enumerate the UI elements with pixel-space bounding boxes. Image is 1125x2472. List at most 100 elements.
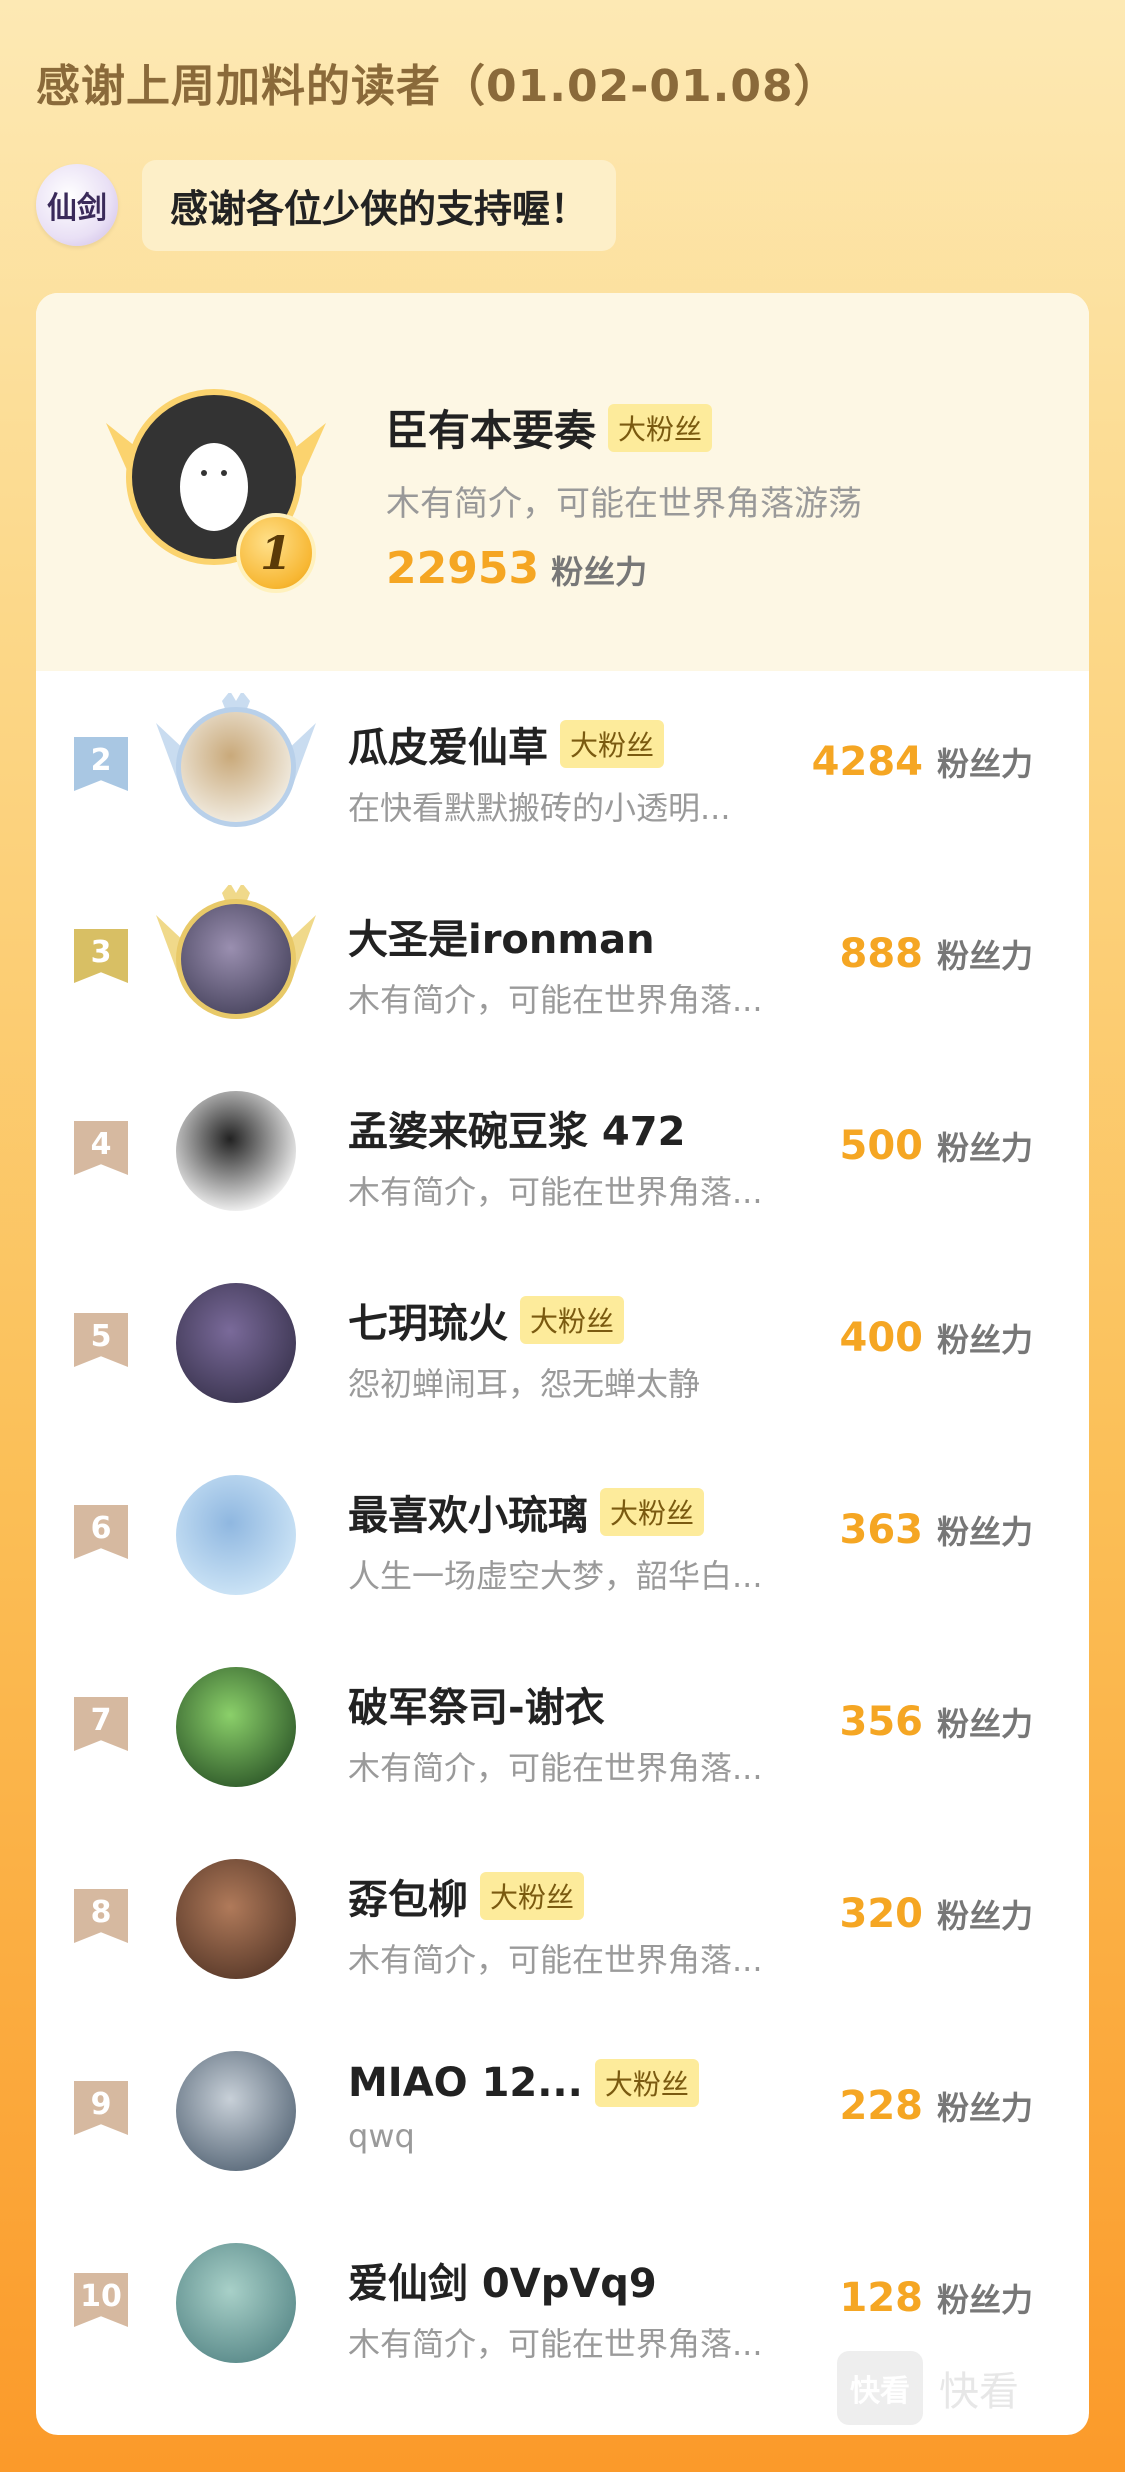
brand-logo: 仙剑 (36, 164, 118, 246)
fan-score: 4284 (811, 739, 923, 785)
user-desc: 木有简介，可能在世界角落... (348, 981, 763, 1019)
user-info: 破军祭司-谢衣木有简介，可能在世界角落... (348, 1675, 763, 1789)
rank-row[interactable]: 8 孬包柳 大粉丝木有简介，可能在世界角落... 320 粉丝力 (36, 1823, 1089, 2015)
avatar[interactable] (176, 1475, 296, 1595)
brand-message-bubble: 感谢各位少侠的支持喔！ (142, 159, 617, 251)
user-desc: 木有简介，可能在世界角落... (348, 1173, 763, 1211)
fan-score: 128 (839, 2275, 923, 2321)
fan-tag: 大粉丝 (560, 720, 665, 768)
fan-score-block: 500 粉丝力 (839, 1123, 1033, 1169)
fan-score-unit: 粉丝力 (936, 1321, 1033, 1359)
rank-row[interactable]: 4 孟婆来碗豆浆 472 木有简介，可能在世界角落... 500 粉丝力 (36, 1055, 1089, 1247)
fan-score: 363 (839, 1507, 923, 1553)
fan-score: 320 (839, 1891, 923, 1937)
fan-score-block: 400 粉丝力 (839, 1315, 1033, 1361)
avatar[interactable] (176, 899, 296, 1019)
rank-number-flag: 3 (74, 929, 128, 983)
rank-badge-1: 1 (236, 513, 316, 593)
fan-score-unit: 粉丝力 (936, 2089, 1033, 2127)
fan-tag: 大粉丝 (600, 1488, 705, 1536)
fan-score-block: 888 粉丝力 (839, 931, 1033, 977)
user-desc: qwq (348, 2117, 415, 2155)
fan-score-block: 356 粉丝力 (839, 1699, 1033, 1745)
fan-score-unit: 粉丝力 (936, 1897, 1033, 1935)
user-name[interactable]: MIAO 12... (348, 2060, 583, 2106)
champion-avatar-wrap[interactable]: 1 (86, 363, 346, 603)
avatar[interactable] (176, 1283, 296, 1403)
user-name[interactable]: 孟婆来碗豆浆 472 (348, 1099, 685, 1157)
user-info: 七玥琉火 大粉丝 怨初蝉闹耳，怨无蝉太静 (348, 1291, 700, 1405)
page-title: 感谢上周加料的读者（01.02-01.08） (36, 61, 839, 112)
fan-score: 500 (839, 1123, 923, 1169)
user-name[interactable]: 破军祭司-谢衣 (348, 1675, 605, 1733)
fan-score-unit: 粉丝力 (936, 1513, 1033, 1551)
user-desc: 木有简介，可能在世界角落... (348, 1941, 763, 1979)
user-desc: 木有简介，可能在世界角落... (348, 1749, 763, 1787)
rank-number-flag: 2 (74, 737, 128, 791)
fan-score-block: 320 粉丝力 (839, 1891, 1033, 1937)
fan-tag: 大粉丝 (520, 1296, 625, 1344)
fan-score-unit: 粉丝力 (936, 1705, 1033, 1743)
fan-score: 888 (839, 931, 923, 977)
watermark-text: 快看 (939, 2369, 1019, 2415)
user-name[interactable]: 爱仙剑 0VpVq9 (348, 2251, 657, 2309)
fan-score-block: 4284 粉丝力 (812, 739, 1033, 785)
fan-score: 22953 (386, 543, 540, 594)
user-name[interactable]: 大圣是ironman (348, 907, 655, 965)
rank-row[interactable]: 7 破军祭司-谢衣木有简介，可能在世界角落... 356 粉丝力 (36, 1631, 1089, 1823)
rank-number-flag: 8 (74, 1889, 128, 1943)
avatar[interactable] (176, 1091, 296, 1211)
fan-score: 228 (839, 2083, 923, 2129)
user-info: 孟婆来碗豆浆 472 木有简介，可能在世界角落... (348, 1099, 763, 1213)
fan-score-unit: 粉丝力 (936, 937, 1033, 975)
rank-list: 2 瓜皮爱仙草 大粉丝 在快看默默搬砖的小透明... 4284 粉丝力 3 大圣是ironma… (36, 671, 1089, 2399)
rank-row[interactable]: 2 瓜皮爱仙草 大粉丝在快看默默搬砖的小透明... 4284 粉丝力 (36, 671, 1089, 863)
fan-score-block: 363 粉丝力 (839, 1507, 1033, 1553)
brand-row: 仙剑 感谢各位少侠的支持喔！ (36, 159, 617, 251)
champion-info: 臣有本要奏 大粉丝 木有简介，可能在世界角落游荡 22953 粉丝力 (386, 397, 862, 594)
watermark-logo: 快看 (837, 2351, 923, 2425)
fan-score: 400 (839, 1315, 923, 1361)
fan-tag: 大粉丝 (608, 403, 713, 452)
user-info: 爱仙剑 0VpVq9 木有简介，可能在世界角落... (348, 2251, 763, 2365)
rank-number-flag: 7 (74, 1697, 128, 1751)
rank-number-flag: 9 (74, 2081, 128, 2135)
rank-number-flag: 10 (74, 2273, 128, 2327)
watermark: 快看 快看 (837, 2351, 1019, 2425)
fan-score-unit: 粉丝力 (936, 1129, 1033, 1167)
fan-score-block: 128 粉丝力 (839, 2275, 1033, 2321)
rank-number-flag: 6 (74, 1505, 128, 1559)
user-desc: 木有简介，可能在世界角落... (348, 2325, 763, 2363)
avatar[interactable] (176, 1667, 296, 1787)
user-name[interactable]: 七玥琉火 (348, 1291, 508, 1349)
rank-row[interactable]: 9 MIAO 12... 大粉丝 qwq 228 粉丝力 (36, 2015, 1089, 2207)
rank-number-flag: 5 (74, 1313, 128, 1367)
rank-row[interactable]: 5 七玥琉火 大粉丝 怨初蝉闹耳，怨无蝉太静 400 粉丝力 (36, 1247, 1089, 1439)
leaderboard-card: 1 臣有本要奏 大粉丝 木有简介，可能在世界角落游荡 22953 粉丝力 2 瓜皮… (36, 293, 1089, 2435)
user-name[interactable]: 瓜皮爱仙草 (348, 715, 548, 773)
fan-tag: 大粉丝 (594, 2059, 699, 2107)
avatar[interactable] (176, 1859, 296, 1979)
fan-score-block: 228 粉丝力 (839, 2083, 1033, 2129)
user-info: 大圣是ironman 木有简介，可能在世界角落... (348, 907, 763, 1021)
champion-section[interactable]: 1 臣有本要奏 大粉丝 木有简介，可能在世界角落游荡 22953 粉丝力 (36, 293, 1089, 671)
rank-row[interactable]: 3 大圣是ironman 木有简介，可能在世界角落... 888 粉丝力 (36, 863, 1089, 1055)
rank-number-flag: 4 (74, 1121, 128, 1175)
user-name[interactable]: 最喜欢小琉璃 (348, 1483, 588, 1541)
avatar[interactable] (176, 2051, 296, 2171)
avatar[interactable] (176, 2243, 296, 2363)
user-name[interactable]: 臣有本要奏 (386, 397, 596, 458)
fan-tag: 大粉丝 (480, 1872, 585, 1920)
user-desc: 木有简介，可能在世界角落游荡 (386, 484, 862, 524)
user-info: 最喜欢小琉璃 大粉丝人生一场虚空大梦，韶华白... (348, 1483, 763, 1597)
rank-row[interactable]: 6 最喜欢小琉璃 大粉丝人生一场虚空大梦，韶华白... 363 粉丝力 (36, 1439, 1089, 1631)
fan-score-unit: 粉丝力 (936, 2281, 1033, 2319)
user-info: MIAO 12... 大粉丝 qwq (348, 2059, 699, 2155)
user-name[interactable]: 孬包柳 (348, 1867, 468, 1925)
avatar[interactable] (176, 707, 296, 827)
user-info: 孬包柳 大粉丝木有简介，可能在世界角落... (348, 1867, 763, 1981)
user-desc: 在快看默默搬砖的小透明... (348, 789, 731, 827)
fan-score-unit: 粉丝力 (551, 553, 648, 591)
fan-score-unit: 粉丝力 (936, 745, 1033, 783)
user-desc: 人生一场虚空大梦，韶华白... (348, 1557, 763, 1595)
